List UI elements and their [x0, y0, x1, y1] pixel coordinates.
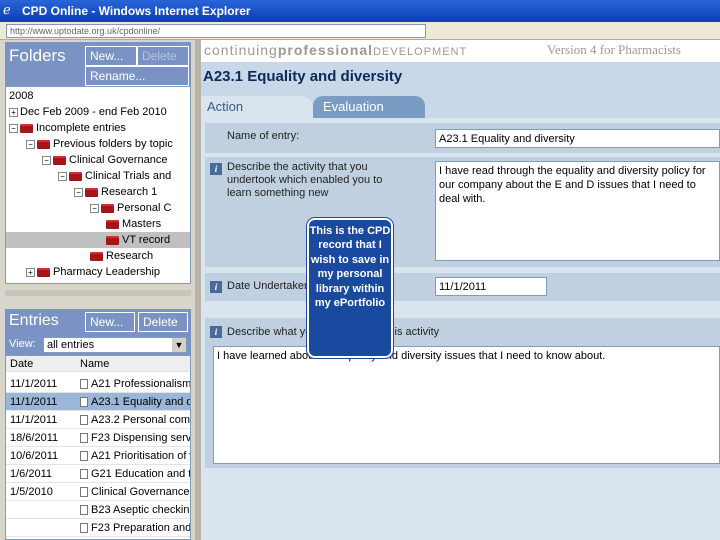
document-icon — [80, 397, 88, 408]
table-header: Date Name — [6, 356, 190, 372]
tree-item-selected[interactable]: VT record — [6, 232, 190, 248]
collapse-icon[interactable]: − — [42, 155, 51, 165]
info-icon[interactable]: i — [210, 281, 222, 293]
document-icon — [80, 469, 88, 480]
tree-item[interactable]: − Clinical Trials and — [58, 168, 171, 184]
folder-icon — [106, 219, 119, 229]
expand-icon[interactable]: + — [9, 107, 18, 117]
tree-item[interactable]: − Research 1 — [74, 184, 157, 200]
collapse-icon[interactable]: − — [9, 123, 18, 133]
document-icon — [80, 523, 88, 534]
document-icon — [80, 451, 88, 462]
date-label: Date Undertaken — [227, 280, 311, 292]
folder-icon — [69, 171, 82, 181]
folder-tree: 2008 + Dec Feb 2009 - end Feb 2010 − Incom… — [5, 86, 191, 284]
folders-title: Folders — [9, 46, 66, 65]
folder-icon — [37, 267, 50, 277]
column-header-name[interactable]: Name — [80, 356, 109, 372]
cpd-logo: continuingprofessionalDEVELOPMENT — [204, 42, 468, 58]
window-title-bar: CPD Online - Windows Internet Explorer — [0, 0, 720, 22]
folder-icon — [106, 235, 119, 245]
view-label: View: — [9, 338, 36, 350]
table-row-selected[interactable]: 11/1/2011 A23.1 Equality and di — [6, 393, 190, 411]
address-bar: http://www.uptodate.org.uk/cpdonline/ — [0, 22, 720, 40]
describe-textarea[interactable]: I have read through the equality and div… — [435, 161, 720, 261]
info-icon[interactable]: i — [210, 326, 222, 338]
learned-row: i Describe what you learned from this ac… — [205, 318, 720, 468]
folder-icon — [37, 139, 50, 149]
annotation-callout: This is the CPD record that I wish to sa… — [307, 218, 393, 358]
tree-item[interactable]: 2008 — [9, 88, 33, 104]
tree-item[interactable]: − Clinical Governance — [42, 152, 167, 168]
table-row[interactable]: F23 Preparation and c — [6, 519, 190, 537]
entries-title: Entries — [9, 312, 59, 329]
tree-item[interactable]: + Pharmacy Leadership — [26, 264, 160, 280]
delete-folder-button[interactable]: Delete — [137, 46, 189, 66]
document-icon — [80, 505, 88, 516]
version-label: Version 4 for Pharmacists — [547, 42, 681, 57]
tree-item[interactable]: Masters — [106, 216, 161, 232]
describe-row: i Describe the activity that you underto… — [205, 157, 720, 267]
tree-item[interactable]: − Incomplete entries — [9, 120, 126, 136]
tree-item[interactable]: + Dec Feb 2009 - end Feb 2010 — [9, 104, 167, 120]
window-title: CPD Online - Windows Internet Explorer — [22, 4, 251, 18]
internet-explorer-icon: ℯ — [3, 3, 11, 18]
name-label: Name of entry: — [227, 130, 300, 142]
column-header-date[interactable]: Date — [10, 356, 33, 372]
name-row: Name of entry: A23.1 Equality and divers… — [205, 123, 720, 153]
table-row[interactable]: B23 Aseptic checking — [6, 501, 190, 519]
delete-entry-button[interactable]: Delete — [138, 312, 188, 332]
document-icon — [80, 379, 88, 390]
folder-icon — [53, 155, 66, 165]
chevron-down-icon[interactable]: ▼ — [172, 338, 186, 352]
folder-icon — [90, 251, 103, 261]
view-select-value: all entries — [47, 339, 95, 351]
new-folder-button[interactable]: New... — [85, 46, 137, 66]
tree-item[interactable]: Research — [90, 248, 153, 264]
collapse-icon[interactable]: − — [58, 171, 67, 181]
url-field[interactable]: http://www.uptodate.org.uk/cpdonline/ — [6, 24, 426, 38]
collapse-icon[interactable]: − — [90, 203, 99, 213]
panel-splitter[interactable] — [5, 290, 191, 296]
tree-item[interactable]: − Personal C — [90, 200, 171, 216]
describe-label: Describe the activity that you undertook… — [227, 161, 383, 199]
page-title: A23.1 Equality and diversity — [203, 68, 403, 85]
entries-table: Date Name 11/1/2011 A21 Professionalism 1… — [5, 355, 191, 540]
collapse-icon[interactable]: − — [74, 187, 83, 197]
expand-icon[interactable]: + — [26, 267, 35, 277]
collapse-icon[interactable]: − — [26, 139, 35, 149]
table-row[interactable]: 11/1/2011 A21 Professionalism — [6, 375, 190, 393]
info-icon[interactable]: i — [210, 163, 222, 175]
name-input[interactable]: A23.1 Equality and diversity — [435, 129, 720, 148]
folder-icon — [20, 123, 33, 133]
tab-evaluation[interactable]: Evaluation — [313, 96, 425, 118]
document-icon — [80, 415, 88, 426]
document-icon — [80, 433, 88, 444]
date-input[interactable]: 11/1/2011 — [435, 277, 547, 296]
learned-textarea[interactable]: I have learned about the equality and di… — [213, 346, 720, 464]
new-entry-button[interactable]: New... — [85, 312, 135, 332]
table-row[interactable]: 11/1/2011 A23.2 Personal comp — [6, 411, 190, 429]
table-row[interactable]: 1/6/2011 G21 Education and tr — [6, 465, 190, 483]
view-select[interactable]: all entries ▼ — [43, 337, 187, 353]
tab-action[interactable]: Action — [201, 96, 313, 118]
table-row[interactable]: 10/6/2011 A21 Prioritisation of w — [6, 447, 190, 465]
folders-header: Folders New... Delete Rename... — [5, 42, 191, 86]
rename-folder-button[interactable]: Rename... — [85, 66, 189, 86]
folder-icon — [85, 187, 98, 197]
document-icon — [80, 487, 88, 498]
view-filter-row: View: all entries ▼ — [5, 335, 191, 355]
tree-item[interactable]: − Previous folders by topic — [26, 136, 173, 152]
date-row: i Date Undertaken 11/1/2011 — [205, 273, 720, 301]
table-row[interactable]: 18/6/2011 F23 Dispensing servi — [6, 429, 190, 447]
table-row[interactable]: 1/5/2010 Clinical Governance — [6, 483, 190, 501]
folder-icon — [101, 203, 114, 213]
